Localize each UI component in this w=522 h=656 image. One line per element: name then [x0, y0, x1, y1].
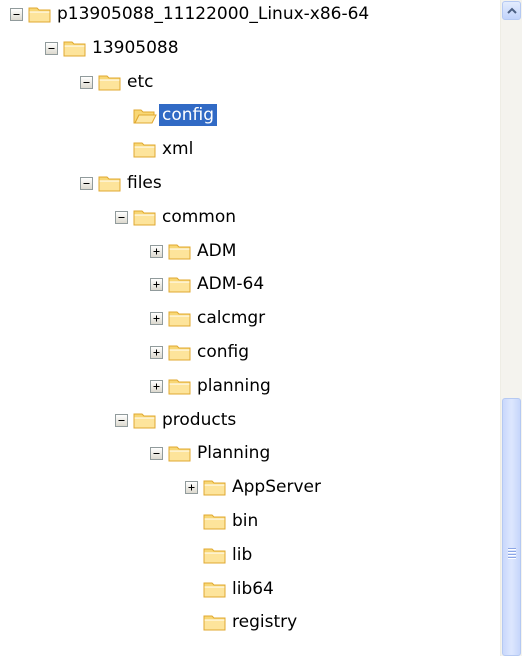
folder-icon	[98, 72, 122, 92]
tree-node-label: planning	[197, 375, 271, 396]
scroll-up-button[interactable]	[502, 1, 521, 20]
collapse-minus-icon[interactable]	[80, 177, 93, 190]
tree-node-label: Planning	[197, 443, 271, 464]
folder-tree: p13905088_11122000_Linux-x86-64 13905088…	[0, 0, 500, 656]
collapse-minus-icon[interactable]	[45, 41, 58, 55]
expand-plus-icon[interactable]	[150, 346, 163, 359]
folder-icon	[203, 477, 227, 497]
folder-icon	[168, 342, 192, 362]
folder-icon	[203, 612, 227, 632]
folder-icon	[28, 4, 52, 24]
grip-icon	[508, 548, 516, 559]
tree-node-label: products	[162, 409, 237, 430]
collapse-minus-icon[interactable]	[115, 210, 128, 224]
folder-icon	[168, 376, 192, 396]
folder-icon	[203, 545, 227, 565]
tree-node-label: files	[127, 173, 162, 193]
folder-icon	[133, 410, 157, 430]
folder-icon	[133, 139, 157, 159]
expand-plus-icon[interactable]	[150, 278, 163, 292]
tree-node-label: registry	[232, 612, 298, 633]
expand-plus-icon[interactable]	[150, 379, 163, 393]
tree-node-label: bin	[232, 511, 259, 531]
scroll-thumb[interactable]	[502, 398, 521, 656]
folder-icon	[133, 207, 157, 227]
tree-node-label: p13905088_11122000_Linux-x86-64	[57, 4, 370, 24]
tree-node-label: xml	[162, 139, 194, 160]
expand-plus-icon[interactable]	[150, 312, 163, 326]
folder-icon	[168, 241, 192, 261]
folder-icon	[98, 173, 122, 193]
tree-node-label: ADM	[197, 240, 237, 261]
tree-node-label: calcmgr	[197, 308, 266, 329]
tree-node-label: config	[159, 104, 218, 127]
tree-node-label: 13905088	[92, 37, 179, 58]
collapse-minus-icon[interactable]	[80, 75, 93, 89]
folder-icon	[168, 443, 192, 463]
folder-icon	[203, 511, 227, 531]
tree-node-label: lib64	[232, 578, 274, 599]
folder-open-icon	[133, 105, 157, 125]
tree-node-label: etc	[127, 71, 154, 92]
tree-node-label: AppServer	[232, 477, 321, 498]
tree-node-label: ADM-64	[197, 274, 265, 295]
chevron-up-icon	[507, 7, 517, 14]
vertical-scrollbar[interactable]	[500, 0, 522, 656]
expand-plus-icon[interactable]	[150, 244, 163, 258]
folder-icon	[63, 38, 87, 58]
tree-node-label: common	[162, 206, 237, 227]
tree-node-label: config	[197, 342, 250, 362]
collapse-minus-icon[interactable]	[115, 413, 128, 427]
collapse-minus-icon[interactable]	[150, 447, 163, 461]
folder-icon	[168, 274, 192, 294]
collapse-minus-icon[interactable]	[10, 8, 23, 21]
expand-plus-icon[interactable]	[185, 481, 198, 495]
folder-icon	[203, 579, 227, 599]
folder-icon	[168, 308, 192, 328]
tree-node-label: lib	[232, 544, 253, 565]
